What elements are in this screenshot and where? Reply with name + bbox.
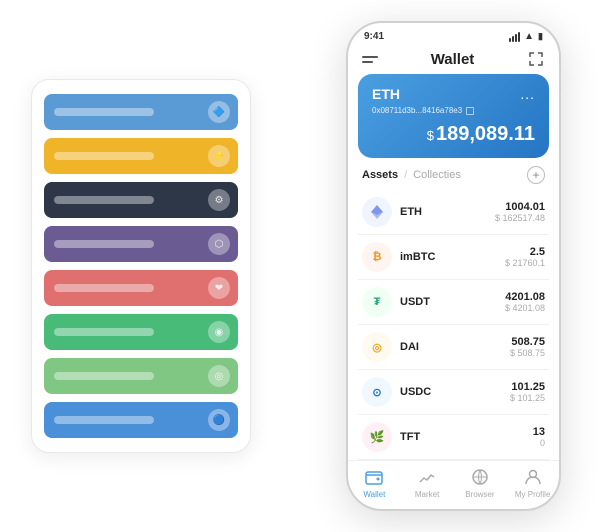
nav-item-wallet[interactable]: Wallet xyxy=(348,467,401,499)
asset-usd: $ 101.25 xyxy=(510,393,545,403)
list-item: ⚙ xyxy=(44,182,238,218)
usdc-icon: ⊙ xyxy=(362,377,392,407)
add-asset-button[interactable]: + xyxy=(527,166,545,184)
table-row[interactable]: ₿ imBTC 2.5 $ 21760.1 xyxy=(358,235,549,280)
row-label xyxy=(54,284,154,292)
tab-assets[interactable]: Assets xyxy=(362,169,398,181)
asset-usd: $ 508.75 xyxy=(510,348,545,358)
list-item: ⬡ xyxy=(44,226,238,262)
row-label xyxy=(54,240,154,248)
menu-icon[interactable] xyxy=(362,56,378,63)
asset-amount: 508.75 xyxy=(510,336,545,348)
row-icon: ⭐ xyxy=(208,145,230,167)
asset-usd: $ 21760.1 xyxy=(505,258,545,268)
asset-list: ETH 1004.01 $ 162517.48 ₿ imBTC 2.5 $ 21… xyxy=(348,190,559,460)
asset-amount: 101.25 xyxy=(510,381,545,393)
status-bar: 9:41 ▲ ▮ xyxy=(348,23,559,46)
eth-icon xyxy=(362,197,392,227)
nav-item-market[interactable]: Market xyxy=(401,467,454,499)
nav-label-browser: Browser xyxy=(465,490,494,499)
row-icon: ◎ xyxy=(208,365,230,387)
nav-label-market: Market xyxy=(415,490,439,499)
asset-amount: 13 xyxy=(533,426,545,438)
nav-label-wallet: Wallet xyxy=(363,490,385,499)
balance-symbol: $ xyxy=(427,128,434,143)
asset-amount: 1004.01 xyxy=(495,201,545,213)
tft-icon: 🌿 xyxy=(362,422,392,452)
page-title: Wallet xyxy=(431,51,475,68)
table-row[interactable]: 🌿 TFT 13 0 xyxy=(358,415,549,460)
market-icon xyxy=(417,467,437,487)
copy-icon[interactable] xyxy=(466,107,474,115)
card-stack: 🔷 ⭐ ⚙ ⬡ ❤ ◉ ◎ 🔵 xyxy=(31,79,251,453)
balance-amount: 189,089.11 xyxy=(436,123,535,145)
phone: 9:41 ▲ ▮ Wallet xyxy=(346,21,561,511)
eth-card: ETH ... 0x08711d3b...8416a78e3 $189,089.… xyxy=(358,74,549,158)
row-icon: ⚙ xyxy=(208,189,230,211)
asset-amount: 4201.08 xyxy=(505,291,545,303)
table-row[interactable]: ₮ USDT 4201.08 $ 4201.08 xyxy=(358,280,549,325)
row-icon: ◉ xyxy=(208,321,230,343)
row-label xyxy=(54,372,154,380)
row-icon: ❤ xyxy=(208,277,230,299)
asset-usd: $ 162517.48 xyxy=(495,213,545,223)
wallet-icon xyxy=(364,467,384,487)
asset-amount: 2.5 xyxy=(505,246,545,258)
eth-card-more[interactable]: ... xyxy=(520,86,535,102)
asset-name: TFT xyxy=(400,431,533,443)
tab-divider: / xyxy=(404,169,407,181)
signal-icon xyxy=(509,32,520,42)
phone-header: Wallet xyxy=(348,46,559,74)
asset-usd: 0 xyxy=(533,438,545,448)
status-time: 9:41 xyxy=(364,31,384,42)
list-item: ◎ xyxy=(44,358,238,394)
row-label xyxy=(54,328,154,336)
row-icon: 🔷 xyxy=(208,101,230,123)
asset-name: ETH xyxy=(400,206,495,218)
row-icon: ⬡ xyxy=(208,233,230,255)
imbtc-icon: ₿ xyxy=(362,242,392,272)
assets-tabs: Assets / Collecties + xyxy=(348,166,559,190)
list-item: ⭐ xyxy=(44,138,238,174)
scene: 🔷 ⭐ ⚙ ⬡ ❤ ◉ ◎ 🔵 xyxy=(11,11,591,521)
asset-name: USDC xyxy=(400,386,510,398)
row-label xyxy=(54,108,154,116)
row-label xyxy=(54,152,154,160)
bottom-nav: Wallet Market Browser xyxy=(348,460,559,509)
expand-icon[interactable] xyxy=(527,50,545,68)
profile-icon xyxy=(523,467,543,487)
usdt-icon: ₮ xyxy=(362,287,392,317)
eth-card-address: 0x08711d3b...8416a78e3 xyxy=(372,106,535,115)
status-icons: ▲ ▮ xyxy=(509,31,543,42)
table-row[interactable]: ETH 1004.01 $ 162517.48 xyxy=(358,190,549,235)
eth-card-balance: $189,089.11 xyxy=(372,123,535,146)
dai-icon: ◎ xyxy=(362,332,392,362)
nav-label-profile: My Profile xyxy=(515,490,551,499)
list-item: 🔷 xyxy=(44,94,238,130)
tab-collectibles[interactable]: Collecties xyxy=(413,169,461,181)
row-label xyxy=(54,416,154,424)
list-item: ❤ xyxy=(44,270,238,306)
asset-usd: $ 4201.08 xyxy=(505,303,545,313)
browser-icon xyxy=(470,467,490,487)
wifi-icon: ▲ xyxy=(524,31,534,42)
table-row[interactable]: ⊙ USDC 101.25 $ 101.25 xyxy=(358,370,549,415)
list-item: ◉ xyxy=(44,314,238,350)
nav-item-profile[interactable]: My Profile xyxy=(506,467,559,499)
list-item: 🔵 xyxy=(44,402,238,438)
asset-name: DAI xyxy=(400,341,510,353)
row-icon: 🔵 xyxy=(208,409,230,431)
asset-name: imBTC xyxy=(400,251,505,263)
row-label xyxy=(54,196,154,204)
nav-item-browser[interactable]: Browser xyxy=(454,467,507,499)
asset-name: USDT xyxy=(400,296,505,308)
battery-icon: ▮ xyxy=(538,31,543,42)
eth-card-title: ETH xyxy=(372,86,400,102)
table-row[interactable]: ◎ DAI 508.75 $ 508.75 xyxy=(358,325,549,370)
